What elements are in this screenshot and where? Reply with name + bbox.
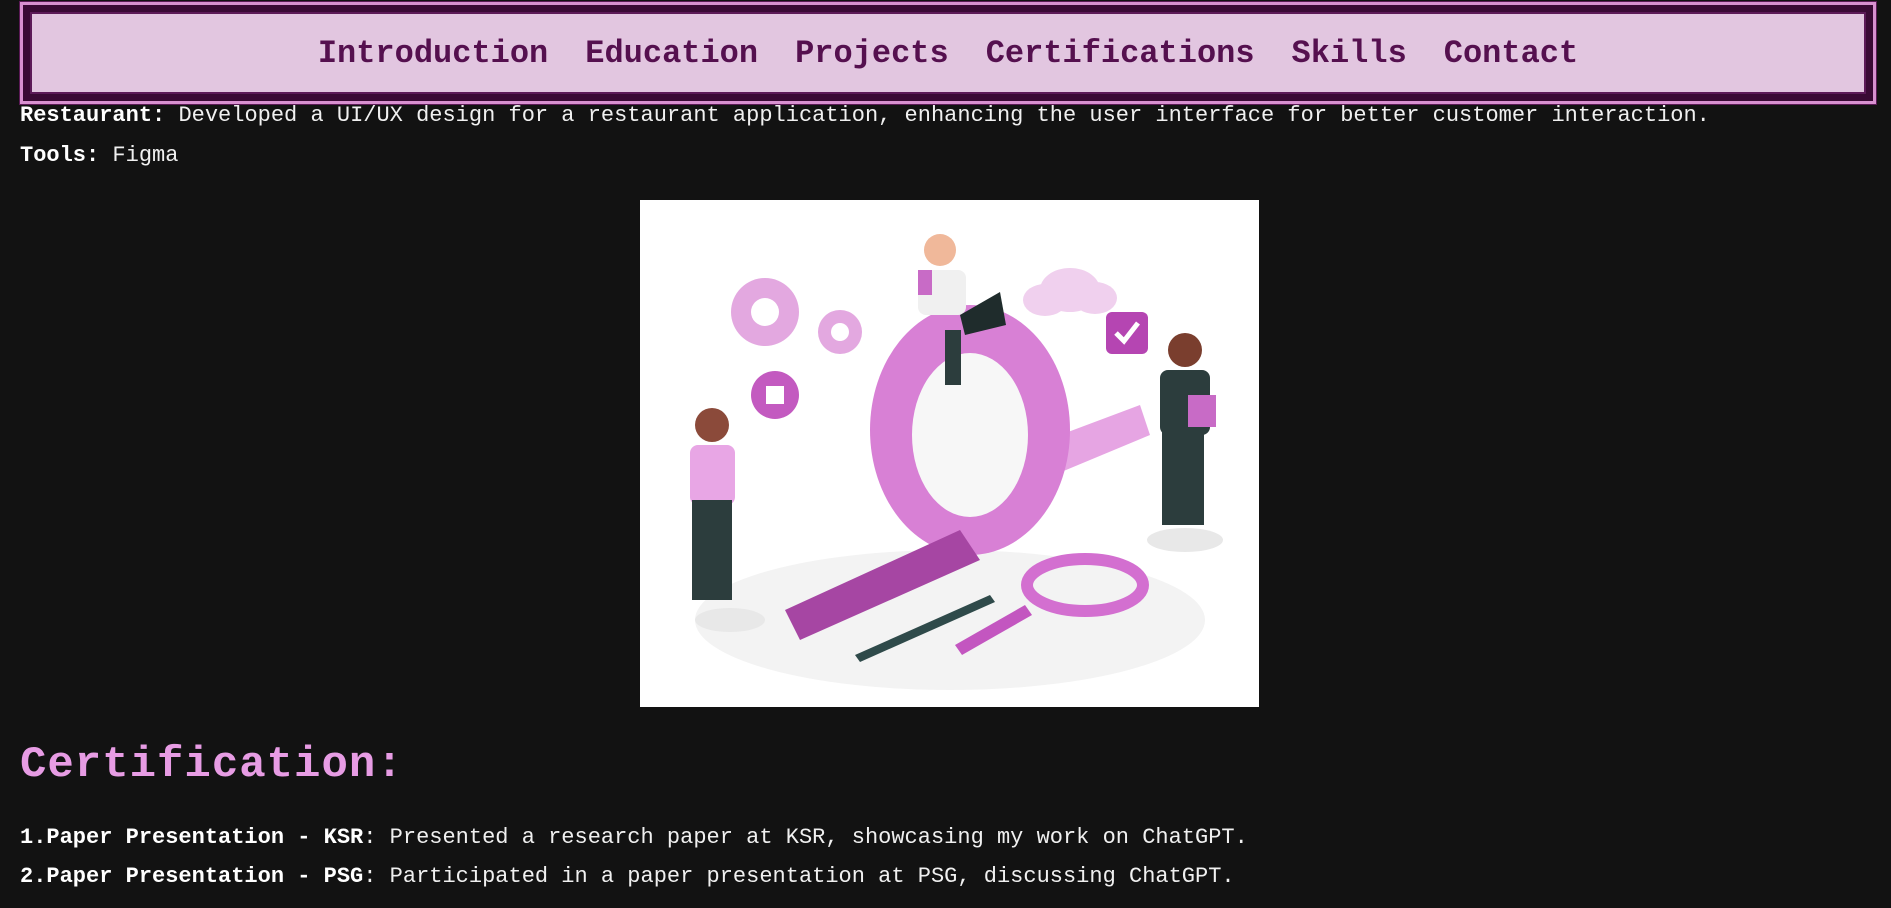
nav-link-contact[interactable]: Contact — [1444, 35, 1578, 72]
nav-link-projects[interactable]: Projects — [795, 35, 949, 72]
project-description-line: Restaurant: Developed a UI/UX design for… — [20, 103, 1710, 128]
certification-title: 2.Paper Presentation - PSG — [20, 864, 364, 889]
cloud-icon — [1023, 268, 1117, 316]
project-name-label: Restaurant: — [20, 103, 166, 128]
puzzle-bubble-icon — [751, 371, 799, 419]
tools-label: Tools: — [20, 143, 100, 168]
nav-link-certifications[interactable]: Certifications — [986, 35, 1255, 72]
nav-link-introduction[interactable]: Introduction — [318, 35, 548, 72]
certification-colon: : — [363, 864, 390, 889]
check-badge-icon — [1106, 312, 1148, 354]
top-navigation: Introduction Education Projects Certific… — [20, 2, 1876, 104]
portfolio-page: Introduction Education Projects Certific… — [0, 0, 1891, 908]
certification-description: Participated in a paper presentation at … — [389, 864, 1235, 889]
nav-link-skills[interactable]: Skills — [1292, 35, 1407, 72]
certification-colon: : — [363, 825, 390, 850]
certification-item: 2.Paper Presentation - PSG: Participated… — [20, 864, 1235, 889]
sdlc-cycle-illustration — [640, 200, 1259, 707]
project-description: Developed a UI/UX design for a restauran… — [178, 103, 1710, 128]
nav-link-education[interactable]: Education — [585, 35, 758, 72]
certification-item: 1.Paper Presentation - KSR: Presented a … — [20, 825, 1248, 850]
certification-heading: Certification: — [20, 740, 404, 790]
person-right — [1147, 333, 1223, 552]
project-tools-line: Tools: Figma — [20, 143, 178, 168]
cycle-ring — [870, 305, 1070, 555]
certification-title: 1.Paper Presentation - KSR — [20, 825, 364, 850]
gear-icon — [731, 278, 862, 354]
nav-bar: Introduction Education Projects Certific… — [30, 12, 1866, 94]
certification-description: Presented a research paper at KSR, showc… — [389, 825, 1248, 850]
illustration-svg — [690, 234, 1223, 690]
tools-value: Figma — [112, 143, 179, 168]
